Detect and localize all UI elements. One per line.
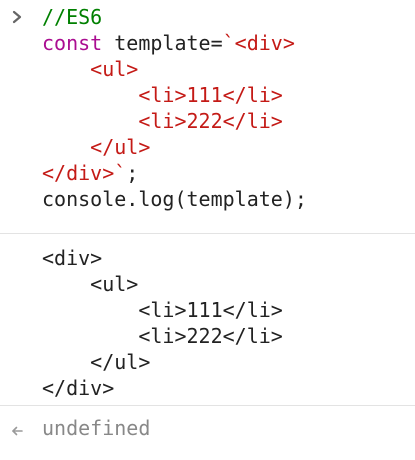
code-token-tag: <li>222</li>: [42, 109, 283, 133]
code-token-plain: ;: [126, 161, 139, 185]
code-token-tag: <ul>: [42, 57, 139, 81]
return-arrow-icon: [12, 426, 23, 436]
code-token-keyword: const: [42, 31, 103, 55]
code-token-tag: <li>111</li>: [42, 83, 283, 107]
code-line: console.log(template);: [42, 186, 415, 212]
code-line: const template=`<div>: [42, 30, 415, 56]
console-result-entry: undefined: [0, 406, 415, 456]
code-line: </ul>: [42, 134, 415, 160]
code-token-tag: </div>`: [42, 161, 127, 185]
code-line: <li>111</li>: [42, 82, 415, 108]
code-line: <li>222</li>: [42, 108, 415, 134]
result-value[interactable]: undefined: [42, 415, 415, 441]
console-input-entry[interactable]: //ES6 const template=`<div> <ul> <li>111<…: [0, 0, 415, 234]
console-log-output: <div> <ul> <li>111</li> <li>222</li> </u…: [0, 234, 415, 406]
code-token-tag: `<div>: [222, 31, 295, 55]
log-line: <li>222</li>: [42, 324, 283, 348]
code-token-tag: </ul>: [42, 135, 151, 159]
code-token-comment: //ES6: [42, 5, 103, 29]
log-line: <div>: [42, 246, 103, 270]
log-output-block: <div> <ul> <li>111</li> <li>222</li> </u…: [42, 245, 415, 401]
code-token-plain: template=: [102, 31, 223, 55]
log-line: <li>111</li>: [42, 298, 283, 322]
input-code-block: //ES6 const template=`<div> <ul> <li>111<…: [42, 4, 415, 212]
devtools-console: //ES6 const template=`<div> <ul> <li>111<…: [0, 0, 415, 460]
code-line: <ul>: [42, 56, 415, 82]
log-line: </ul>: [42, 350, 151, 374]
chevron-right-icon: [12, 10, 22, 24]
code-line: //ES6: [42, 4, 415, 30]
log-line: </div>: [42, 376, 115, 400]
log-line: <ul>: [42, 272, 139, 296]
code-token-plain: console.log(template);: [42, 187, 307, 211]
code-line: </div>`;: [42, 160, 415, 186]
